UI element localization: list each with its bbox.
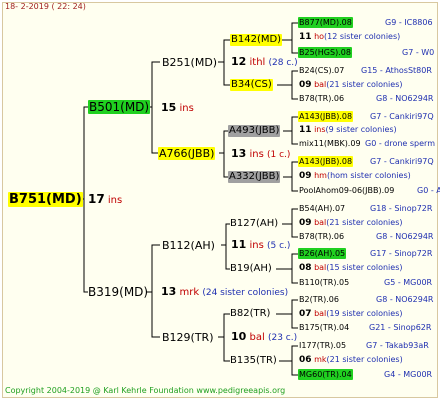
sire-ins-count: 15 ins — [161, 101, 194, 115]
dam-ins-count: 13 mrk (24 sister colonies) — [161, 285, 289, 299]
copyright-notice: Copyright 2004-2019 @ Karl Kehrle Founda… — [5, 386, 286, 395]
gen4-ins-8: 06 mk(21 sister colonies) — [299, 355, 403, 365]
gen4-top-right-4: G7 - Cankiri97Q — [370, 157, 434, 166]
gen4-top-4[interactable]: A143(JBB).08 — [298, 156, 354, 167]
gen4-top-right-8: G7 - Takab93aR — [366, 341, 429, 350]
gen3-queen-4[interactable]: A332(JBB) — [228, 171, 281, 183]
gen4-ins-3: 11 ins(9 sister colonies) — [299, 125, 397, 135]
gen4-bottom-right-8: G4 - MG00R — [384, 370, 433, 379]
root-ins-count: 17 ins — [88, 192, 123, 206]
gen2-queen-1[interactable]: B251(MD) — [162, 56, 217, 69]
gen3-queen-7[interactable]: B82(TR) — [230, 308, 270, 320]
gen2-ins-1: 12 ithl (28 c.) — [231, 55, 298, 69]
gen4-bottom-right-4: G0 - A — [417, 186, 440, 195]
gen4-bottom-7[interactable]: B175(TR).04 — [299, 322, 349, 333]
gen4-ins-6: 08 bal(15 sister colonies) — [299, 263, 403, 273]
gen4-ins-5: 09 bal(21 sister colonies) — [299, 218, 403, 228]
gen3-queen-6[interactable]: B19(AH) — [230, 263, 272, 275]
gen4-bottom-3[interactable]: mix11(MBK).09 — [299, 138, 361, 149]
gen4-bottom-4[interactable]: PoolAhom09-06(JBB).09 — [299, 185, 394, 196]
gen4-bottom-8[interactable]: MG60(TR).04 — [298, 369, 353, 380]
gen4-top-right-6: G17 - Sinop72R — [370, 249, 433, 258]
sire-queen[interactable]: B501(MD) — [88, 100, 151, 114]
gen4-ins-1: 11 ho(12 sister colonies) — [299, 32, 401, 42]
dam-queen[interactable]: B319(MD) — [88, 285, 148, 299]
gen2-queen-4[interactable]: B129(TR) — [162, 331, 214, 344]
gen4-top-3[interactable]: A143(JBB).08 — [298, 111, 354, 122]
gen4-bottom-1[interactable]: B25(HGS).08 — [298, 47, 352, 58]
gen4-top-8[interactable]: I177(TR).05 — [299, 340, 346, 351]
gen3-queen-1[interactable]: B142(MD) — [230, 34, 283, 46]
gen4-ins-2: 09 bal(21 sister colonies) — [299, 80, 403, 90]
gen3-queen-8[interactable]: B135(TR) — [230, 355, 277, 367]
gen4-bottom-right-5: G8 - NO6294R — [376, 232, 434, 241]
gen4-top-2[interactable]: B24(CS).07 — [299, 65, 344, 76]
gen4-ins-7: 07 bal(19 sister colonies) — [299, 309, 403, 319]
gen4-top-5[interactable]: B54(AH).07 — [299, 203, 345, 214]
gen4-bottom-right-2: G8 - NO6294R — [376, 94, 434, 103]
gen4-ins-4: 09 hm(hom sister colonies) — [299, 171, 411, 181]
gen4-bottom-right-6: G5 - MG00R — [384, 278, 433, 287]
gen4-top-1[interactable]: B877(MD).08 — [298, 17, 353, 28]
gen4-top-right-3: G7 - Cankiri97Q — [370, 112, 434, 121]
gen4-bottom-right-7: G21 - Sinop62R — [369, 323, 432, 332]
gen3-queen-2[interactable]: B34(CS) — [230, 79, 273, 91]
gen2-ins-4: 10 bal (23 c.) — [231, 330, 298, 344]
gen4-bottom-right-3: G0 - drone sperm — [365, 139, 435, 148]
gen4-bottom-6[interactable]: B110(TR).05 — [299, 277, 349, 288]
gen4-top-7[interactable]: B2(TR).06 — [299, 294, 339, 305]
gen4-top-right-2: G15 - AthosSt80R — [361, 66, 432, 75]
gen4-top-right-5: G18 - Sinop72R — [370, 204, 433, 213]
gen3-queen-5[interactable]: B127(AH) — [230, 218, 278, 230]
gen2-queen-2[interactable]: A766(JBB) — [158, 147, 216, 160]
gen4-bottom-right-1: G7 - W0 — [402, 48, 435, 57]
gen4-top-right-7: G8 - NO6294R — [376, 295, 434, 304]
gen3-queen-3[interactable]: A493(JBB) — [228, 125, 281, 137]
gen2-ins-2: 13 ins (1 c.) — [231, 147, 291, 161]
gen4-top-right-1: G9 - IC8806 — [385, 18, 433, 27]
gen4-top-6[interactable]: B26(AH).05 — [298, 248, 347, 259]
gen4-bottom-2[interactable]: B78(TR).06 — [299, 93, 344, 104]
root-queen[interactable]: B751(MD) — [8, 192, 83, 207]
gen2-queen-3[interactable]: B112(AH) — [162, 239, 215, 252]
gen2-ins-3: 11 ins (5 c.) — [231, 238, 291, 252]
gen4-bottom-5[interactable]: B78(TR).06 — [299, 231, 344, 242]
